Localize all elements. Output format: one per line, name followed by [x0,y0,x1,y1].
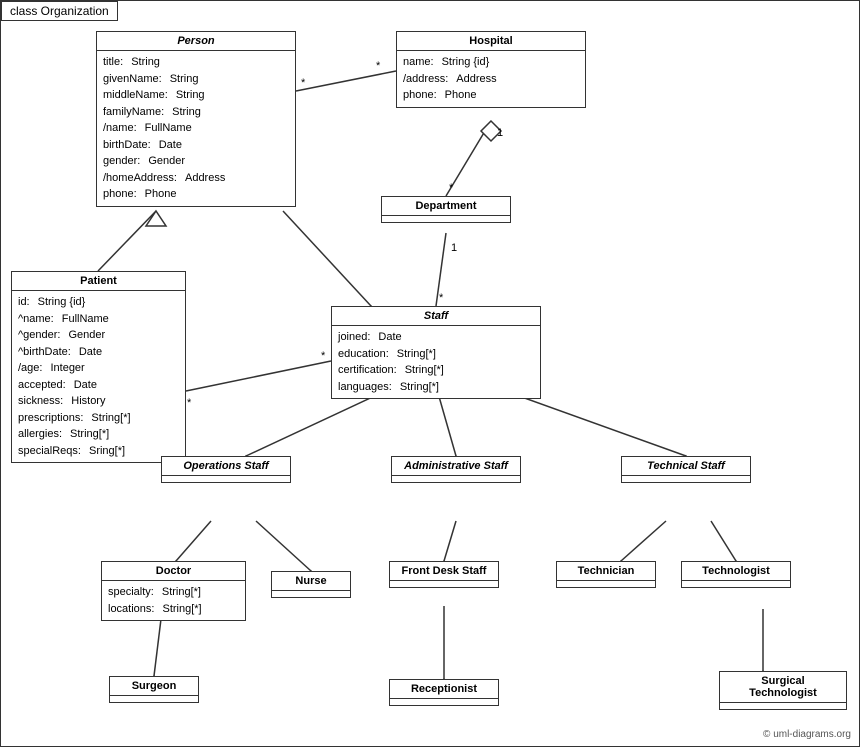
class-operations-staff-attrs [162,476,290,482]
class-front-desk-staff-attrs [390,581,498,587]
svg-text:1: 1 [497,127,503,139]
class-administrative-staff: Administrative Staff [391,456,521,483]
class-doctor: Doctor specialty:String[*] locations:Str… [101,561,246,621]
class-surgical-technologist-name: Surgical Technologist [720,672,846,703]
class-doctor-name: Doctor [102,562,245,581]
diagram-title: class Organization [1,1,118,21]
class-hospital-name: Hospital [397,32,585,51]
class-hospital-attrs: name:String {id} /address:Address phone:… [397,51,585,107]
svg-text:*: * [321,350,326,362]
class-staff-attrs: joined:Date education:String[*] certific… [332,326,540,398]
class-surgical-technologist: Surgical Technologist [719,671,847,710]
svg-text:*: * [301,77,306,89]
class-patient-attrs: id:String {id} ^name:FullName ^gender:Ge… [12,291,185,462]
class-receptionist-name: Receptionist [390,680,498,699]
class-surgical-technologist-attrs [720,703,846,709]
class-technician: Technician [556,561,656,588]
class-receptionist-attrs [390,699,498,705]
class-hospital: Hospital name:String {id} /address:Addre… [396,31,586,108]
class-nurse-name: Nurse [272,572,350,591]
class-operations-staff: Operations Staff [161,456,291,483]
class-technical-staff-attrs [622,476,750,482]
svg-text:1: 1 [451,242,457,254]
class-operations-staff-name: Operations Staff [162,457,290,476]
svg-text:*: * [376,60,381,72]
class-technical-staff-name: Technical Staff [622,457,750,476]
class-receptionist: Receptionist [389,679,499,706]
class-person-name: Person [97,32,295,51]
class-technical-staff: Technical Staff [621,456,751,483]
svg-text:*: * [439,292,444,304]
class-patient: Patient id:String {id} ^name:FullName ^g… [11,271,186,463]
class-technologist-attrs [682,581,790,587]
svg-text:*: * [449,182,454,194]
class-department: Department [381,196,511,223]
class-staff-name: Staff [332,307,540,326]
class-surgeon-name: Surgeon [110,677,198,696]
class-technician-attrs [557,581,655,587]
diagram-container: class Organization * * 1 * 1 * * * [0,0,860,747]
class-person-attrs: title:String givenName:String middleName… [97,51,295,206]
class-technician-name: Technician [557,562,655,581]
class-front-desk-staff-name: Front Desk Staff [390,562,498,581]
class-nurse-attrs [272,591,350,597]
copyright: © uml-diagrams.org [763,729,851,740]
class-surgeon-attrs [110,696,198,702]
class-department-attrs [382,216,510,222]
class-person: Person title:String givenName:String mid… [96,31,296,207]
class-technologist: Technologist [681,561,791,588]
class-surgeon: Surgeon [109,676,199,703]
svg-text:*: * [187,397,192,409]
class-nurse: Nurse [271,571,351,598]
class-front-desk-staff: Front Desk Staff [389,561,499,588]
class-staff: Staff joined:Date education:String[*] ce… [331,306,541,399]
class-administrative-staff-name: Administrative Staff [392,457,520,476]
class-technologist-name: Technologist [682,562,790,581]
class-administrative-staff-attrs [392,476,520,482]
class-department-name: Department [382,197,510,216]
class-doctor-attrs: specialty:String[*] locations:String[*] [102,581,245,620]
class-patient-name: Patient [12,272,185,291]
